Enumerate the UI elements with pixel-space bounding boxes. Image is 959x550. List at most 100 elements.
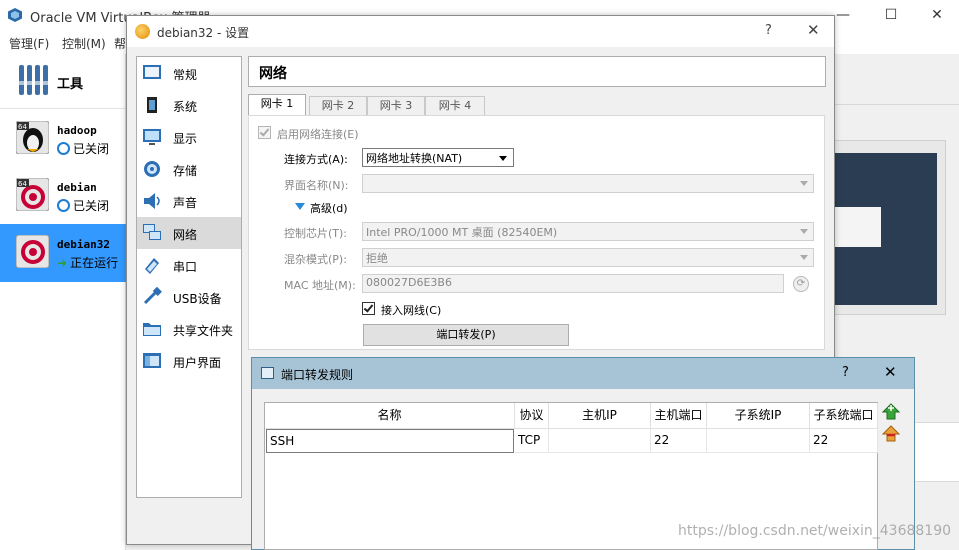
close-button[interactable]: ✕ bbox=[884, 363, 897, 381]
tab-adapter-2[interactable]: 网卡 2 bbox=[309, 96, 367, 115]
vm-state: 已关闭 bbox=[57, 197, 109, 214]
vm-name: debian bbox=[57, 181, 97, 194]
vm-preview bbox=[834, 140, 946, 315]
vm-name: debian32 bbox=[57, 238, 110, 251]
category-general[interactable]: 常规 bbox=[137, 57, 241, 89]
vm-state: ➜ 正在运行 bbox=[57, 256, 119, 270]
cell-protocol[interactable]: TCP bbox=[515, 429, 549, 453]
tools-label: 工具 bbox=[57, 77, 84, 92]
category-serial[interactable]: 串口 bbox=[137, 249, 241, 281]
menu-help[interactable]: 帮 bbox=[114, 35, 126, 52]
port-forwarding-title: 端口转发规则 bbox=[281, 368, 354, 382]
interface-name-label: 界面名称(N): bbox=[284, 179, 349, 192]
help-button[interactable]: ? bbox=[765, 23, 772, 38]
menu-control[interactable]: 控制(M) bbox=[62, 35, 106, 52]
display-icon bbox=[143, 129, 161, 145]
cell-name[interactable]: SSH bbox=[266, 429, 514, 453]
watermark: https://blog.csdn.net/weixin_43688190 bbox=[678, 523, 952, 539]
advanced-toggle[interactable]: 高级(d) bbox=[310, 200, 348, 216]
add-rule-icon[interactable] bbox=[882, 403, 900, 421]
category-usb[interactable]: USB设备 bbox=[137, 281, 241, 313]
category-user-interface[interactable]: 用户界面 bbox=[137, 345, 241, 377]
col-name[interactable]: 名称 bbox=[265, 403, 515, 429]
settings-title: debian32 - 设置 bbox=[157, 26, 250, 40]
storage-disc-icon bbox=[144, 161, 160, 177]
adapter-panel: 启用网络连接(E) 连接方式(A): 网络地址转换(NAT) 界面名称(N): … bbox=[248, 115, 825, 350]
cell-host-ip[interactable] bbox=[549, 429, 651, 453]
enable-network-label: 启用网络连接(E) bbox=[277, 128, 359, 141]
os-linux-icon: 64 bbox=[16, 121, 49, 154]
cell-host-port[interactable]: 22 bbox=[651, 429, 707, 453]
audio-speaker-icon bbox=[144, 193, 160, 209]
enable-network-checkbox[interactable] bbox=[258, 126, 271, 139]
general-icon bbox=[143, 65, 161, 79]
vm-list: 工具 64 hadoop 已关闭 64 debian 已关闭 debian32 … bbox=[0, 54, 126, 550]
tab-adapter-4[interactable]: 网卡 4 bbox=[425, 96, 485, 115]
promisc-label: 混杂模式(P): bbox=[284, 253, 347, 266]
remove-rule-icon[interactable] bbox=[882, 425, 900, 443]
section-title: 网络 bbox=[248, 56, 826, 87]
cable-connected-checkbox[interactable] bbox=[362, 302, 375, 315]
maximize-button[interactable]: ☐ bbox=[868, 0, 914, 30]
expand-triangle-icon[interactable] bbox=[295, 203, 305, 210]
vm-name: hadoop bbox=[57, 124, 97, 137]
col-guest-ip[interactable]: 子系统IP bbox=[707, 403, 810, 429]
tab-adapter-3[interactable]: 网卡 3 bbox=[367, 96, 425, 115]
promisc-select[interactable]: 拒绝 bbox=[362, 248, 814, 267]
settings-titlebar: debian32 - 设置 ? ✕ bbox=[127, 16, 834, 47]
settings-gear-icon bbox=[135, 24, 150, 39]
mac-input[interactable]: 080027D6E3B6 bbox=[362, 274, 784, 293]
close-button[interactable]: ✕ bbox=[807, 21, 820, 39]
os-debian-icon: 64 bbox=[16, 178, 49, 211]
usb-icon bbox=[143, 287, 162, 305]
port-forwarding-button[interactable]: 端口转发(P) bbox=[363, 324, 569, 346]
tab-adapter-1[interactable]: 网卡 1 bbox=[248, 94, 306, 115]
category-storage[interactable]: 存储 bbox=[137, 153, 241, 185]
chevron-down-icon bbox=[800, 229, 808, 234]
power-off-icon bbox=[57, 142, 70, 155]
port-forwarding-dialog: 端口转发规则 ? ✕ 名称 协议 主机IP 主机端口 子系统IP 子系统端口 S… bbox=[251, 357, 915, 550]
cable-connected-label: 接入网线(C) bbox=[381, 304, 442, 317]
refresh-mac-icon[interactable]: ⟳ bbox=[793, 276, 809, 292]
interface-name-select[interactable] bbox=[362, 174, 814, 193]
category-list: 常规 系统 显示 存储 声音 网络 串口 USB设备 共享文件夹 用户界面 bbox=[136, 56, 242, 498]
adapter-type-label: 控制芯片(T): bbox=[284, 227, 348, 240]
virtualbox-logo-icon bbox=[8, 8, 22, 22]
user-interface-icon bbox=[143, 353, 161, 368]
menu-manage[interactable]: 管理(F) bbox=[9, 35, 49, 52]
tools-item[interactable]: 工具 bbox=[0, 54, 126, 109]
serial-port-icon bbox=[145, 258, 159, 274]
svg-text:64: 64 bbox=[18, 123, 27, 131]
cell-guest-port[interactable]: 22 bbox=[810, 429, 878, 453]
vm-item-debian32[interactable]: debian32 ➜ 正在运行 bbox=[0, 224, 126, 282]
category-display[interactable]: 显示 bbox=[137, 121, 241, 153]
power-off-icon bbox=[57, 199, 70, 212]
category-audio[interactable]: 声音 bbox=[137, 185, 241, 217]
attachment-label: 连接方式(A): bbox=[284, 153, 348, 166]
cell-guest-ip[interactable] bbox=[707, 429, 810, 453]
preview-login-card bbox=[835, 207, 881, 247]
col-host-port[interactable]: 主机端口 bbox=[651, 403, 707, 429]
category-network[interactable]: 网络 bbox=[137, 217, 241, 249]
category-shared-folders[interactable]: 共享文件夹 bbox=[137, 313, 241, 345]
vm-item-hadoop[interactable]: 64 hadoop 已关闭 bbox=[0, 110, 126, 166]
attachment-select[interactable]: 网络地址转换(NAT) bbox=[362, 148, 514, 167]
chevron-down-icon bbox=[499, 156, 507, 161]
tools-icon bbox=[18, 65, 48, 95]
help-button[interactable]: ? bbox=[842, 365, 849, 380]
chevron-down-icon bbox=[800, 181, 808, 186]
close-button[interactable]: ✕ bbox=[914, 0, 959, 30]
vm-item-debian[interactable]: 64 debian 已关闭 bbox=[0, 167, 126, 223]
col-host-ip[interactable]: 主机IP bbox=[549, 403, 651, 429]
running-arrow-icon: ➜ bbox=[57, 256, 68, 270]
col-protocol[interactable]: 协议 bbox=[515, 403, 549, 429]
col-guest-port[interactable]: 子系统端口 bbox=[810, 403, 878, 429]
window-icon bbox=[261, 367, 274, 379]
category-system[interactable]: 系统 bbox=[137, 89, 241, 121]
network-icon bbox=[143, 224, 161, 240]
mac-label: MAC 地址(M): bbox=[284, 279, 356, 292]
port-forwarding-titlebar: 端口转发规则 ? ✕ bbox=[252, 358, 914, 389]
chevron-down-icon bbox=[800, 255, 808, 260]
svg-text:64: 64 bbox=[18, 180, 27, 188]
adapter-type-select[interactable]: Intel PRO/1000 MT 桌面 (82540EM) bbox=[362, 222, 814, 241]
